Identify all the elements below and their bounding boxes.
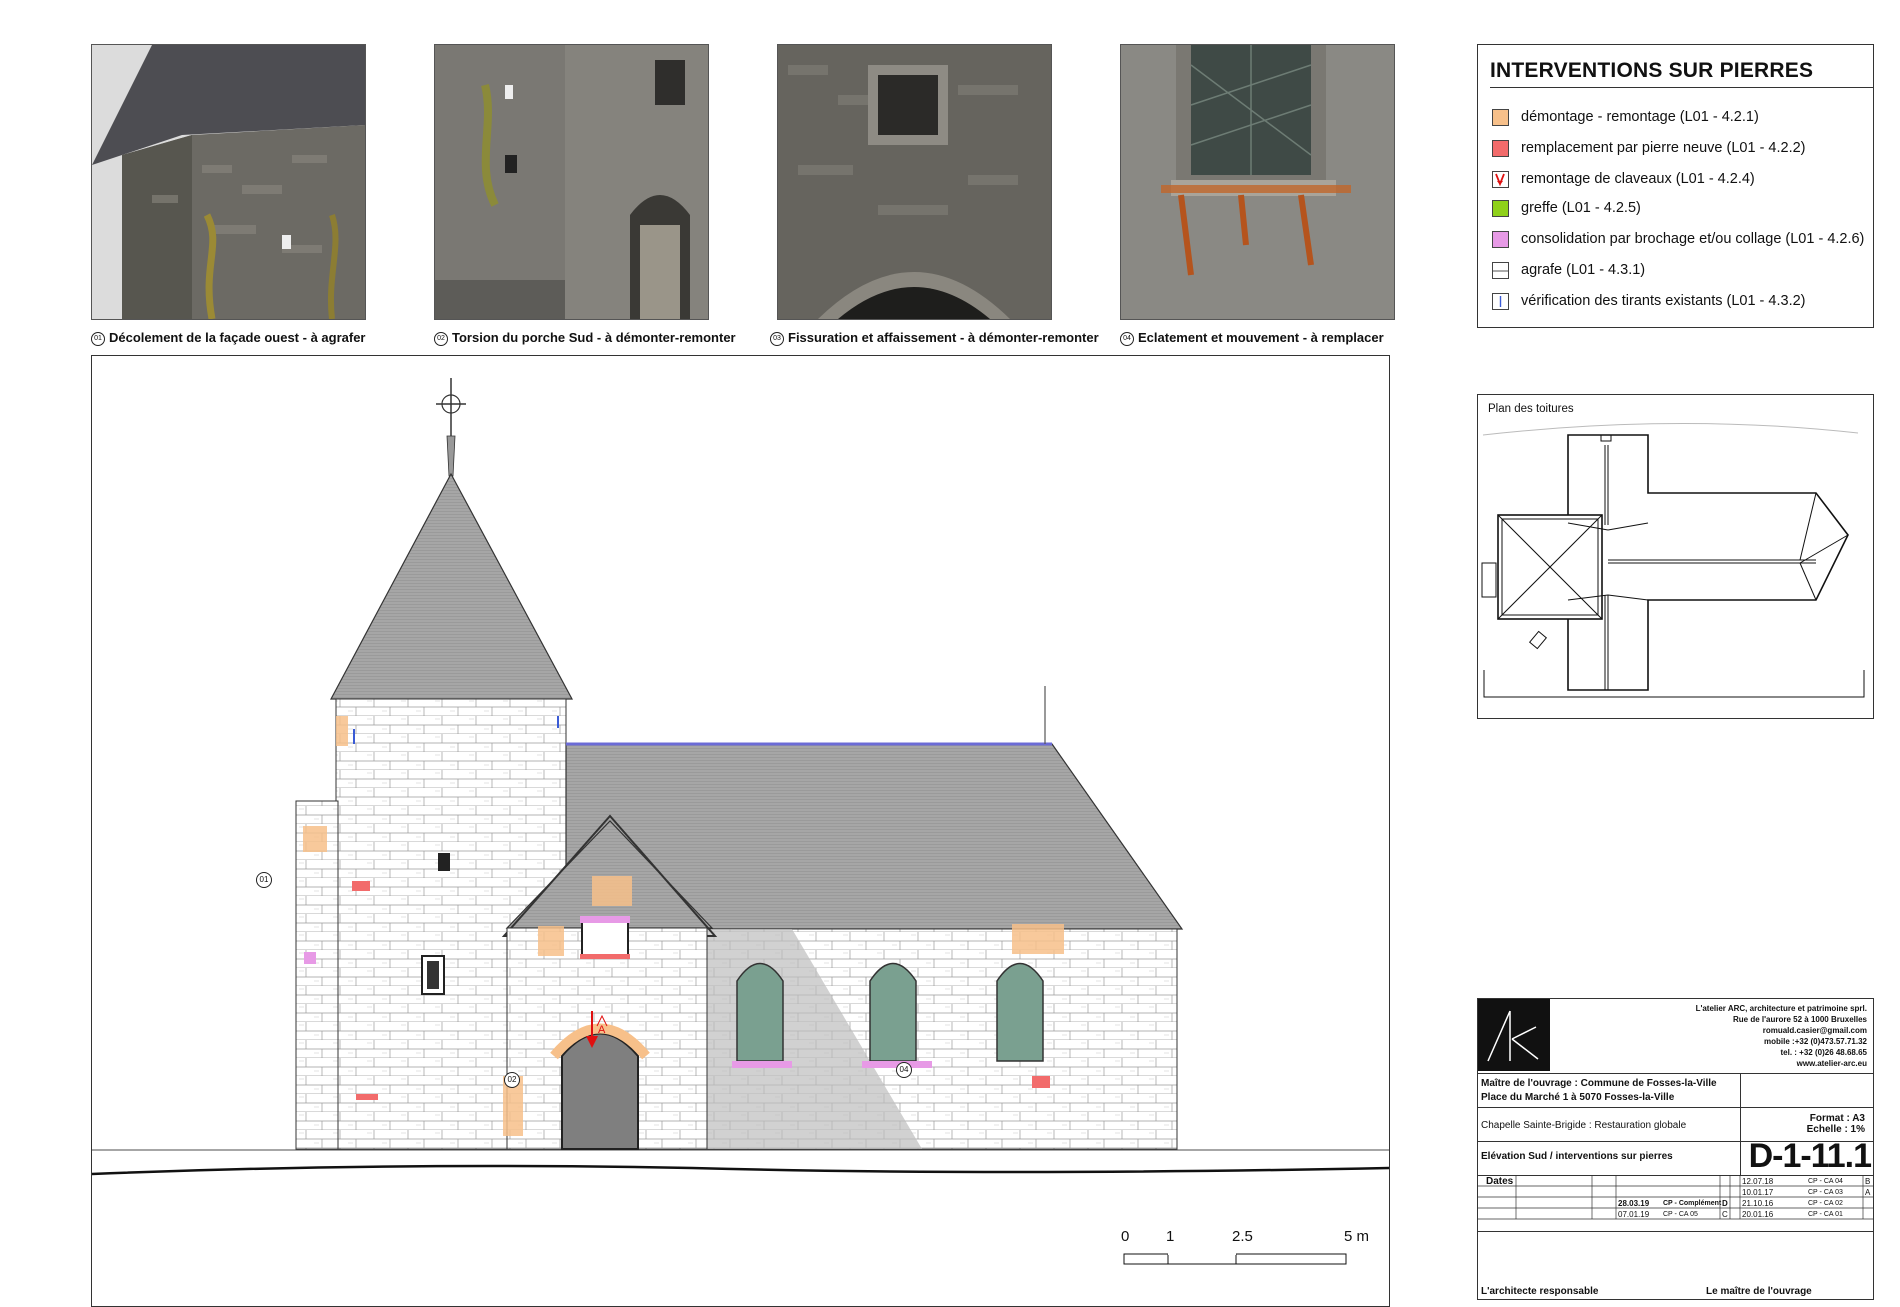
- legend-item-remplacement: remplacement par pierre neuve (L01 - 4.2…: [1492, 138, 1806, 158]
- scale-label-1: 1: [1166, 1228, 1175, 1245]
- scale-bar: [1123, 1253, 1347, 1265]
- red-swatch: [1492, 139, 1509, 157]
- project-name: Chapelle Sainte-Brigide : Restauration g…: [1481, 1120, 1687, 1131]
- legend-item-tirants: vérification des tirants existants (L01 …: [1492, 291, 1806, 311]
- photo-caption-03: 03 Fissuration et affaissement - à démont…: [770, 330, 1099, 346]
- marker-04: 04: [896, 1062, 912, 1078]
- legend-item-consolidation: consolidation par brochage et/ou collage…: [1492, 229, 1864, 249]
- cross-icon: [436, 378, 466, 477]
- photo-west-facade: [91, 44, 366, 320]
- photo-window-burst: [1120, 44, 1395, 320]
- photo-caption-02: 02 Torsion du porche Sud - à démonter-rem…: [434, 330, 736, 346]
- legend-item-claveaux: remontage de claveaux (L01 - 4.2.4): [1492, 169, 1755, 189]
- arrow-label: A: [598, 1024, 606, 1036]
- title-block: L'atelier ARC, architecture et patrimoin…: [1477, 998, 1874, 1300]
- office-address: L'atelier ARC, architecture et patrimoin…: [1695, 1004, 1867, 1068]
- scale-label-5m: 5 m: [1344, 1228, 1370, 1245]
- photo-cracking: [777, 44, 1052, 320]
- drawing-title: Elévation Sud / interventions sur pierre…: [1481, 1151, 1673, 1162]
- drawing-number: D-1-11.1: [1748, 1137, 1872, 1175]
- roof-plan-drawing: [1481, 423, 1865, 698]
- violet-swatch: [1492, 230, 1509, 248]
- legend-item-greffe: greffe (L01 - 4.2.5): [1492, 198, 1641, 218]
- scale-label-2-5: 2.5: [1232, 1228, 1253, 1245]
- south-elevation-drawing: 01 02 04 A: [91, 355, 1390, 1307]
- revision-right-codes: CP - CA 04 CP - CA 03 CP - CA 02 CP - CA…: [1808, 1178, 1843, 1218]
- photo-south-porch: [434, 44, 709, 320]
- revision-left-dates: 28.03.19 07.01.19: [1618, 1199, 1650, 1219]
- orange-swatch: [1492, 108, 1509, 126]
- green-swatch: [1492, 199, 1509, 217]
- legend-item-agrafe: agrafe (L01 - 4.3.1): [1492, 260, 1645, 280]
- revision-left-letters: D C: [1722, 1199, 1728, 1219]
- legend-divider: [1490, 87, 1873, 88]
- legend-panel: INTERVENTIONS SUR PIERRES démontage - re…: [1477, 44, 1874, 328]
- marker-01: 01: [256, 872, 272, 888]
- legend-item-demontage: démontage - remontage (L01 - 4.2.1): [1492, 107, 1759, 127]
- client-info: Maître de l'ouvrage : Commune de Fosses-…: [1481, 1078, 1717, 1103]
- revision-left-codes: CP - Complément CP - CA 05: [1663, 1200, 1722, 1218]
- owner-signature-label: Le maître de l'ouvrage: [1706, 1286, 1812, 1297]
- scale-label-0: 0: [1121, 1228, 1130, 1245]
- legend-title: INTERVENTIONS SUR PIERRES: [1490, 59, 1814, 82]
- staple-icon: [1492, 261, 1509, 279]
- revision-right-dates: 12.07.18 10.01.17 21.10.16 20.01.16: [1742, 1177, 1774, 1219]
- roof-plan-panel: Plan des toitures: [1477, 394, 1874, 719]
- photo-caption-01: 01 Décolement de la façade ouest - à agra…: [91, 330, 365, 346]
- office-logo: [1478, 999, 1550, 1071]
- photo-caption-04: 04 Eclatement et mouvement - à remplacer: [1120, 330, 1384, 346]
- format-scale: Format : A3 Echelle : 1%: [1806, 1113, 1865, 1135]
- marker-02: 02: [504, 1072, 520, 1088]
- tie-rod-icon: [1492, 292, 1509, 310]
- red-arrow-icon: [1492, 170, 1509, 188]
- revision-right-letters: B A: [1865, 1177, 1871, 1197]
- architect-signature-label: L'architecte responsable: [1481, 1286, 1599, 1297]
